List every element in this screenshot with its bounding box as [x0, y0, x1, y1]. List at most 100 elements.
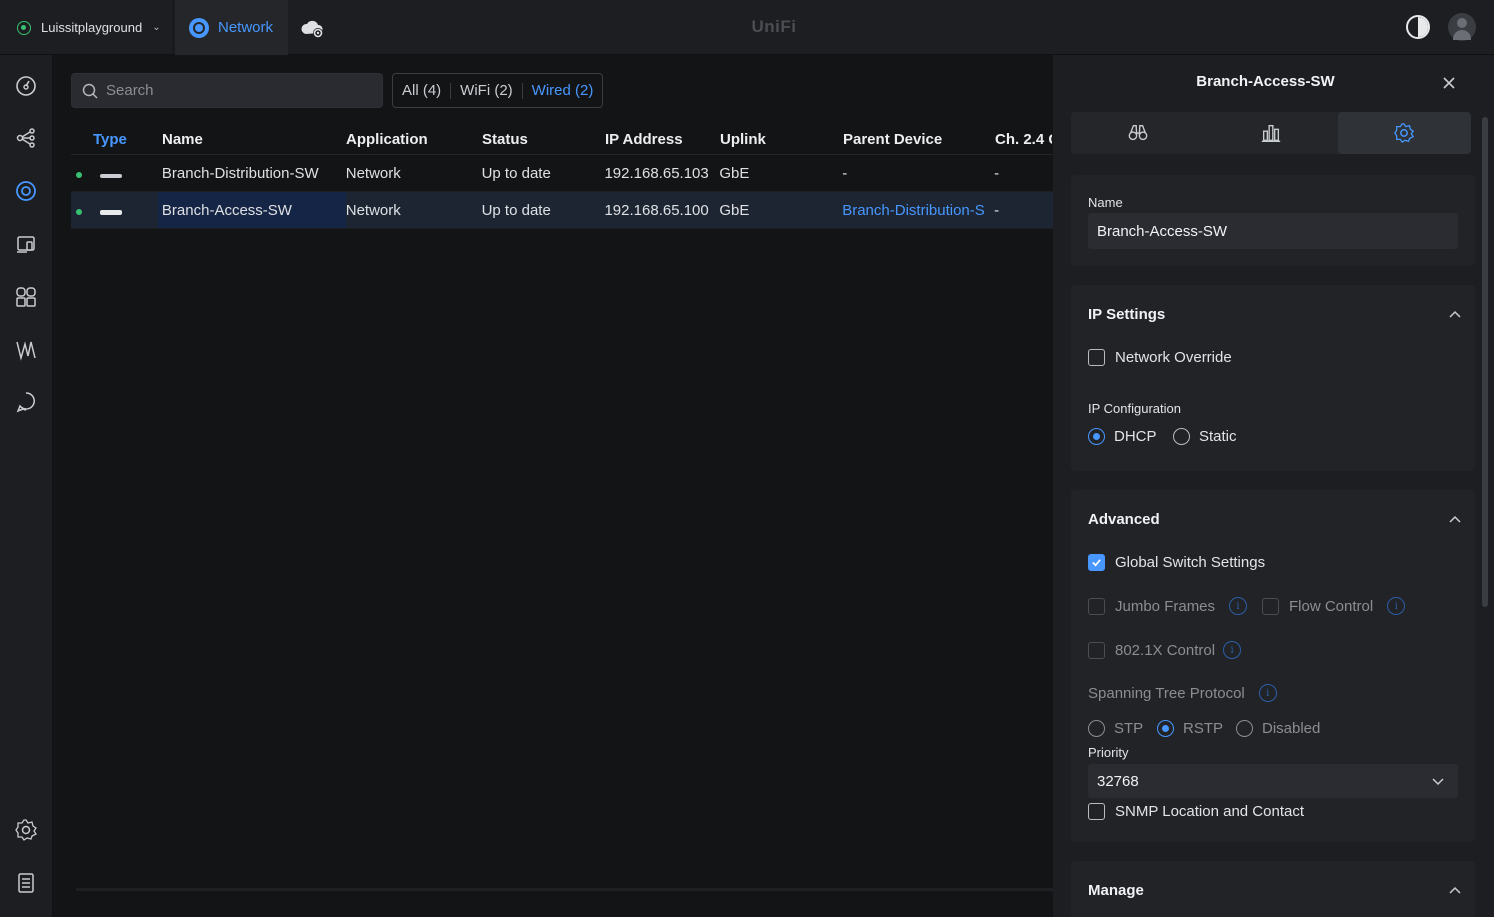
tab-overview[interactable] [1071, 112, 1204, 154]
tab-settings[interactable] [1337, 112, 1471, 154]
device-application: Network [345, 164, 401, 182]
chevron-up-icon[interactable] [1449, 885, 1461, 897]
cloud-settings-icon[interactable] [300, 16, 326, 40]
snmp-checkbox[interactable] [1088, 803, 1105, 820]
name-card: Name Branch-Access-SW [1071, 175, 1475, 266]
advanced-title: Advanced [1088, 511, 1160, 528]
name-label: Name [1088, 195, 1123, 210]
panel-tabs [1071, 112, 1471, 154]
insights-icon[interactable] [13, 284, 39, 310]
manage-card: Manage [1071, 861, 1475, 917]
stp-disabled-label: Disabled [1262, 720, 1321, 737]
filter-divider [521, 82, 523, 99]
bar-chart-icon [1261, 124, 1281, 142]
stp-option: STP [1088, 720, 1143, 737]
tab-statistics[interactable] [1204, 112, 1337, 154]
search-input[interactable] [106, 82, 366, 99]
online-status-dot [71, 165, 93, 182]
gear-icon [1394, 123, 1415, 144]
clients-icon[interactable] [13, 231, 39, 257]
column-name[interactable]: Name [158, 131, 346, 148]
jumbo-frames-label: Jumbo Frames [1115, 597, 1216, 615]
snmp-option[interactable]: SNMP Location and Contact [1088, 803, 1304, 820]
filter-wifi[interactable]: WiFi (2) [459, 82, 514, 99]
search-box[interactable] [71, 73, 383, 108]
switch-type-icon [93, 202, 158, 219]
devices-table: Type Name Application Status IP Address … [71, 125, 1054, 229]
device-name: Branch-Access-SW [157, 192, 346, 228]
name-field[interactable]: Branch-Access-SW [1088, 213, 1458, 249]
topology-icon[interactable] [13, 125, 39, 151]
avatar[interactable] [1448, 13, 1476, 41]
column-uplink[interactable]: Uplink [720, 131, 843, 148]
network-override-option[interactable]: Network Override [1088, 349, 1232, 366]
close-icon[interactable] [1441, 75, 1457, 91]
panel-scrollbar[interactable] [1482, 117, 1488, 607]
site-switcher[interactable]: Luissitplayground ⌄ [0, 0, 174, 55]
stp-radio [1088, 720, 1105, 737]
flow-control-label: Flow Control [1289, 597, 1374, 615]
dot1x-control-label: 802.1X Control [1115, 641, 1216, 659]
column-type[interactable]: Type [71, 131, 158, 148]
device-channel: - [994, 201, 1000, 219]
device-ip: 192.168.65.100 [604, 201, 709, 219]
network-override-checkbox[interactable] [1088, 349, 1105, 366]
static-radio[interactable] [1173, 428, 1190, 445]
column-channel-24[interactable]: Ch. 2.4 G [995, 131, 1052, 148]
global-switch-settings-option[interactable]: Global Switch Settings [1088, 554, 1265, 571]
device-ip: 192.168.65.103 [604, 164, 709, 182]
device-filter-group: All (4) WiFi (2) Wired (2) [392, 73, 604, 108]
column-application[interactable]: Application [346, 131, 482, 148]
info-icon[interactable]: i [1229, 597, 1248, 615]
column-status[interactable]: Status [482, 131, 605, 148]
dhcp-option[interactable]: DHCP [1088, 428, 1157, 445]
alerts-icon[interactable] [13, 389, 39, 415]
flow-control-checkbox [1262, 597, 1279, 615]
device-parent-link[interactable]: Branch-Distribution-S [842, 202, 994, 219]
table-row[interactable]: Branch-Access-SW Network Up to date 192.… [71, 192, 1054, 229]
chevron-up-icon[interactable] [1449, 514, 1461, 526]
statistics-icon[interactable] [13, 337, 39, 363]
static-option[interactable]: Static [1173, 428, 1237, 445]
horizontal-scrollbar[interactable] [76, 888, 1054, 891]
dhcp-label: DHCP [1114, 428, 1157, 445]
stp-option-label: STP [1114, 720, 1144, 737]
chevron-down-icon [1432, 778, 1444, 786]
site-name: Luissitplayground [41, 20, 143, 35]
rstp-option: RSTP [1157, 720, 1223, 737]
priority-select[interactable]: 32768 [1088, 764, 1458, 798]
global-switch-settings-label: Global Switch Settings [1115, 554, 1266, 571]
dashboard-icon[interactable] [13, 73, 39, 99]
table-row[interactable]: Branch-Distribution-SW Network Up to dat… [71, 155, 1054, 192]
search-icon [82, 83, 98, 99]
info-icon[interactable]: i [1223, 641, 1242, 659]
theme-toggle-icon[interactable] [1406, 15, 1430, 39]
device-uplink: GbE [719, 201, 750, 219]
network-override-label: Network Override [1115, 349, 1232, 366]
devices-icon[interactable] [13, 178, 39, 204]
device-uplink: GbE [719, 164, 750, 182]
device-parent: - [842, 164, 848, 182]
snmp-label: SNMP Location and Contact [1115, 803, 1305, 820]
info-icon[interactable]: i [1258, 684, 1277, 702]
advanced-card: Advanced Global Switch Settings Jumbo Fr… [1071, 490, 1475, 842]
ip-configuration-label: IP Configuration [1088, 401, 1181, 416]
top-bar: Luissitplayground ⌄ Network UniFi [0, 0, 1494, 55]
settings-icon[interactable] [13, 817, 39, 843]
logs-icon[interactable] [13, 870, 39, 896]
binoculars-icon [1128, 124, 1148, 141]
filter-wired[interactable]: Wired (2) [531, 82, 595, 99]
network-app-tab[interactable]: Network [175, 0, 288, 55]
device-application: Network [345, 201, 401, 219]
column-ip-address[interactable]: IP Address [605, 131, 720, 148]
filter-all[interactable]: All (4) [401, 82, 442, 99]
chevron-up-icon[interactable] [1449, 309, 1461, 321]
info-icon[interactable]: i [1387, 597, 1406, 615]
global-switch-settings-checkbox[interactable] [1088, 554, 1105, 571]
dot1x-control-checkbox [1088, 641, 1105, 659]
dot1x-control-option: 802.1X Control i [1088, 641, 1242, 659]
column-parent-device[interactable]: Parent Device [843, 131, 995, 148]
devices-main: All (4) WiFi (2) Wired (2) Type Name App… [54, 55, 1054, 917]
dhcp-radio[interactable] [1088, 428, 1105, 445]
stp-disabled-radio [1236, 720, 1253, 737]
